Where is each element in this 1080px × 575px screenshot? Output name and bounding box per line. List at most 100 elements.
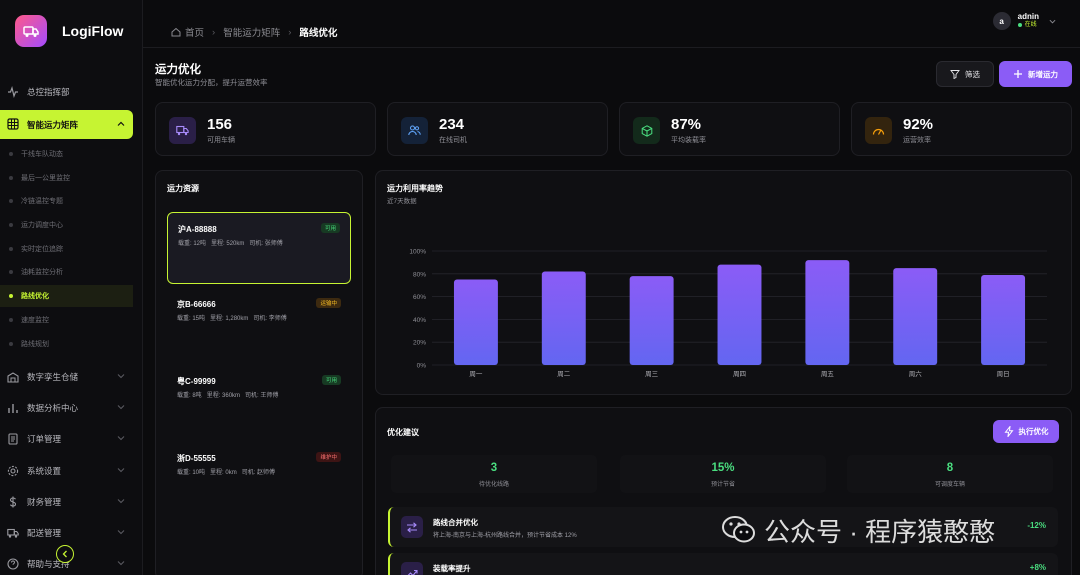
sidebar-subitem[interactable]: 最后一公里监控 <box>0 167 133 189</box>
stat-card-vehicles: 156 可用车辆 <box>155 102 376 156</box>
x-tick-label: 周一 <box>469 370 483 378</box>
y-tick-label: 0% <box>417 363 427 370</box>
breadcrumb-home[interactable]: 首页 <box>185 25 204 39</box>
home-icon <box>171 27 181 37</box>
gear-icon <box>7 465 19 477</box>
swap-icon <box>401 516 423 538</box>
plus-icon <box>1014 70 1022 78</box>
stat-label: 在线司机 <box>439 137 467 144</box>
sidebar-item-orders[interactable]: 订单管理 <box>0 428 143 450</box>
chart-title: 运力利用率趋势 <box>387 184 443 193</box>
sidebar-subitem[interactable]: 油耗监控分析 <box>0 261 133 283</box>
chart-bar[interactable] <box>981 274 1026 365</box>
breadcrumb: 首页 › 智能运力矩阵 › 路线优化 <box>171 25 337 39</box>
logo-truck-icon <box>15 15 47 47</box>
sidebar-subitem-label: 速度监控 <box>21 317 49 324</box>
chart-bar[interactable] <box>541 271 586 365</box>
chevron-down-icon <box>117 374 125 379</box>
sidebar-item-label: 订单管理 <box>27 434 62 444</box>
chevron-down-icon <box>117 468 125 473</box>
brand[interactable]: LogiFlow <box>15 15 123 47</box>
sidebar-subitem-label: 实时定位追踪 <box>21 246 63 253</box>
bullet-icon <box>9 199 13 203</box>
sidebar-subitem[interactable]: 路线规划 <box>0 333 133 355</box>
filter-button[interactable]: 筛选 <box>936 61 994 87</box>
filter-icon <box>950 70 960 79</box>
sidebar-subitem[interactable]: 运力调度中心 <box>0 214 133 236</box>
stat-value: 92% <box>903 116 934 133</box>
wechat-icon <box>722 516 755 543</box>
suggestion-value: -12% <box>1027 521 1046 530</box>
stat-value: 156 <box>207 116 233 133</box>
resource-load: 载重: 15吨 <box>177 316 206 322</box>
stat-label: 平均装载率 <box>671 137 706 144</box>
add-capacity-button[interactable]: 新增运力 <box>999 61 1072 87</box>
chart-bar[interactable] <box>629 276 674 365</box>
resource-driver: 司机: 李师傅 <box>253 316 287 322</box>
sidebar-subitem[interactable]: 速度监控 <box>0 309 133 331</box>
chart-subtitle: 近7天数据 <box>387 198 417 205</box>
status-badge: 运输中 <box>316 298 341 308</box>
chevron-down-icon <box>117 561 125 566</box>
grid-icon <box>7 118 19 130</box>
status-badge: 可用 <box>320 223 340 233</box>
resource-card[interactable]: 京B-66666 运输中 载重: 15吨 里程: 1,280km 司机: 李师傅 <box>167 288 351 360</box>
resource-load: 载重: 10吨 <box>177 470 206 476</box>
help-icon <box>7 558 19 570</box>
sidebar-collapse-button[interactable] <box>56 545 74 563</box>
stat-card-drivers: 234 在线司机 <box>387 102 608 156</box>
sidebar-item-digital-twin[interactable]: 数字孪生仓储 <box>0 366 143 388</box>
sidebar-item-settings[interactable]: 系统设置 <box>0 460 143 482</box>
suggestion-title: 装载率提升 <box>433 564 471 573</box>
sidebar-subitem[interactable]: 冷链温控专题 <box>0 190 133 212</box>
chart-bar[interactable] <box>805 260 850 365</box>
y-tick-label: 20% <box>413 340 426 347</box>
stat-label: 运营效率 <box>903 137 931 144</box>
activity-icon <box>8 86 18 98</box>
x-tick-label: 周三 <box>645 370 659 378</box>
execute-optimization-button[interactable]: 执行优化 <box>993 420 1059 443</box>
chevron-down-icon <box>117 405 125 410</box>
sidebar-subitem[interactable]: 实时定位追踪 <box>0 238 133 260</box>
user-menu[interactable]: a adnin 在线 <box>992 12 1056 30</box>
suggestion-item[interactable]: 装载率提升 +8% <box>388 553 1058 575</box>
resource-card[interactable]: 沪A-88888 可用 载重: 12吨 里程: 520km 司机: 张师傅 <box>167 212 351 284</box>
bullet-icon <box>9 270 13 274</box>
dollar-icon <box>9 496 17 508</box>
sidebar-item-delivery[interactable]: 配送管理 <box>0 522 143 544</box>
sidebar-item-label: 智能运力矩阵 <box>27 119 79 130</box>
sidebar-item-analytics[interactable]: 数据分析中心 <box>0 397 143 419</box>
resource-plate: 粤C-99999 <box>177 377 216 386</box>
stat-value: 87% <box>671 116 702 133</box>
sidebar-subitem[interactable]: 干线车队动态 <box>0 143 133 165</box>
chart-bar[interactable] <box>717 264 762 365</box>
metric-value: 8 <box>946 462 954 474</box>
resource-driver: 司机: 张师傅 <box>249 241 283 247</box>
sidebar-subitem-route-optimization[interactable]: 路线优化 <box>0 285 133 307</box>
breadcrumb-parent[interactable]: 智能运力矩阵 <box>223 25 280 39</box>
suggestion-value: +8% <box>1029 563 1046 572</box>
chevron-right-icon: › <box>288 26 292 38</box>
topbar: 首页 › 智能运力矩阵 › 路线优化 a adnin 在线 <box>143 0 1080 48</box>
bar-chart-icon <box>8 404 18 413</box>
resource-plate: 浙D-55555 <box>177 454 216 463</box>
stat-card-efficiency: 92% 运营效率 <box>851 102 1072 156</box>
resource-mileage: 里程: 520km <box>211 241 245 247</box>
truck-icon <box>169 117 196 144</box>
chart-bar[interactable] <box>893 268 938 365</box>
sidebar-item-finance[interactable]: 财务管理 <box>0 491 143 513</box>
watermark: 公众号 · 程序猿憨憨 <box>722 510 995 550</box>
chart-bar[interactable] <box>453 279 498 366</box>
sidebar-item-capacity-matrix[interactable]: 智能运力矩阵 <box>0 110 133 139</box>
sidebar-subitem-label: 运力调度中心 <box>21 222 63 229</box>
resource-plate: 沪A-88888 <box>178 225 217 234</box>
resource-card[interactable]: 浙D-55555 维护中 载重: 10吨 里程: 0km 司机: 赵师傅 <box>167 442 351 514</box>
execute-optimization-label: 执行优化 <box>1018 427 1049 436</box>
resource-driver: 司机: 王师傅 <box>245 393 279 399</box>
chevron-down-icon <box>1049 19 1056 23</box>
status-badge: 可用 <box>321 375 341 385</box>
resource-card[interactable]: 粤C-99999 可用 载重: 8吨 里程: 360km 司机: 王师傅 <box>167 365 351 437</box>
sidebar-item-command-center[interactable]: 总控指挥部 <box>0 81 143 103</box>
chevron-left-icon <box>62 550 67 558</box>
y-tick-label: 40% <box>413 317 426 324</box>
